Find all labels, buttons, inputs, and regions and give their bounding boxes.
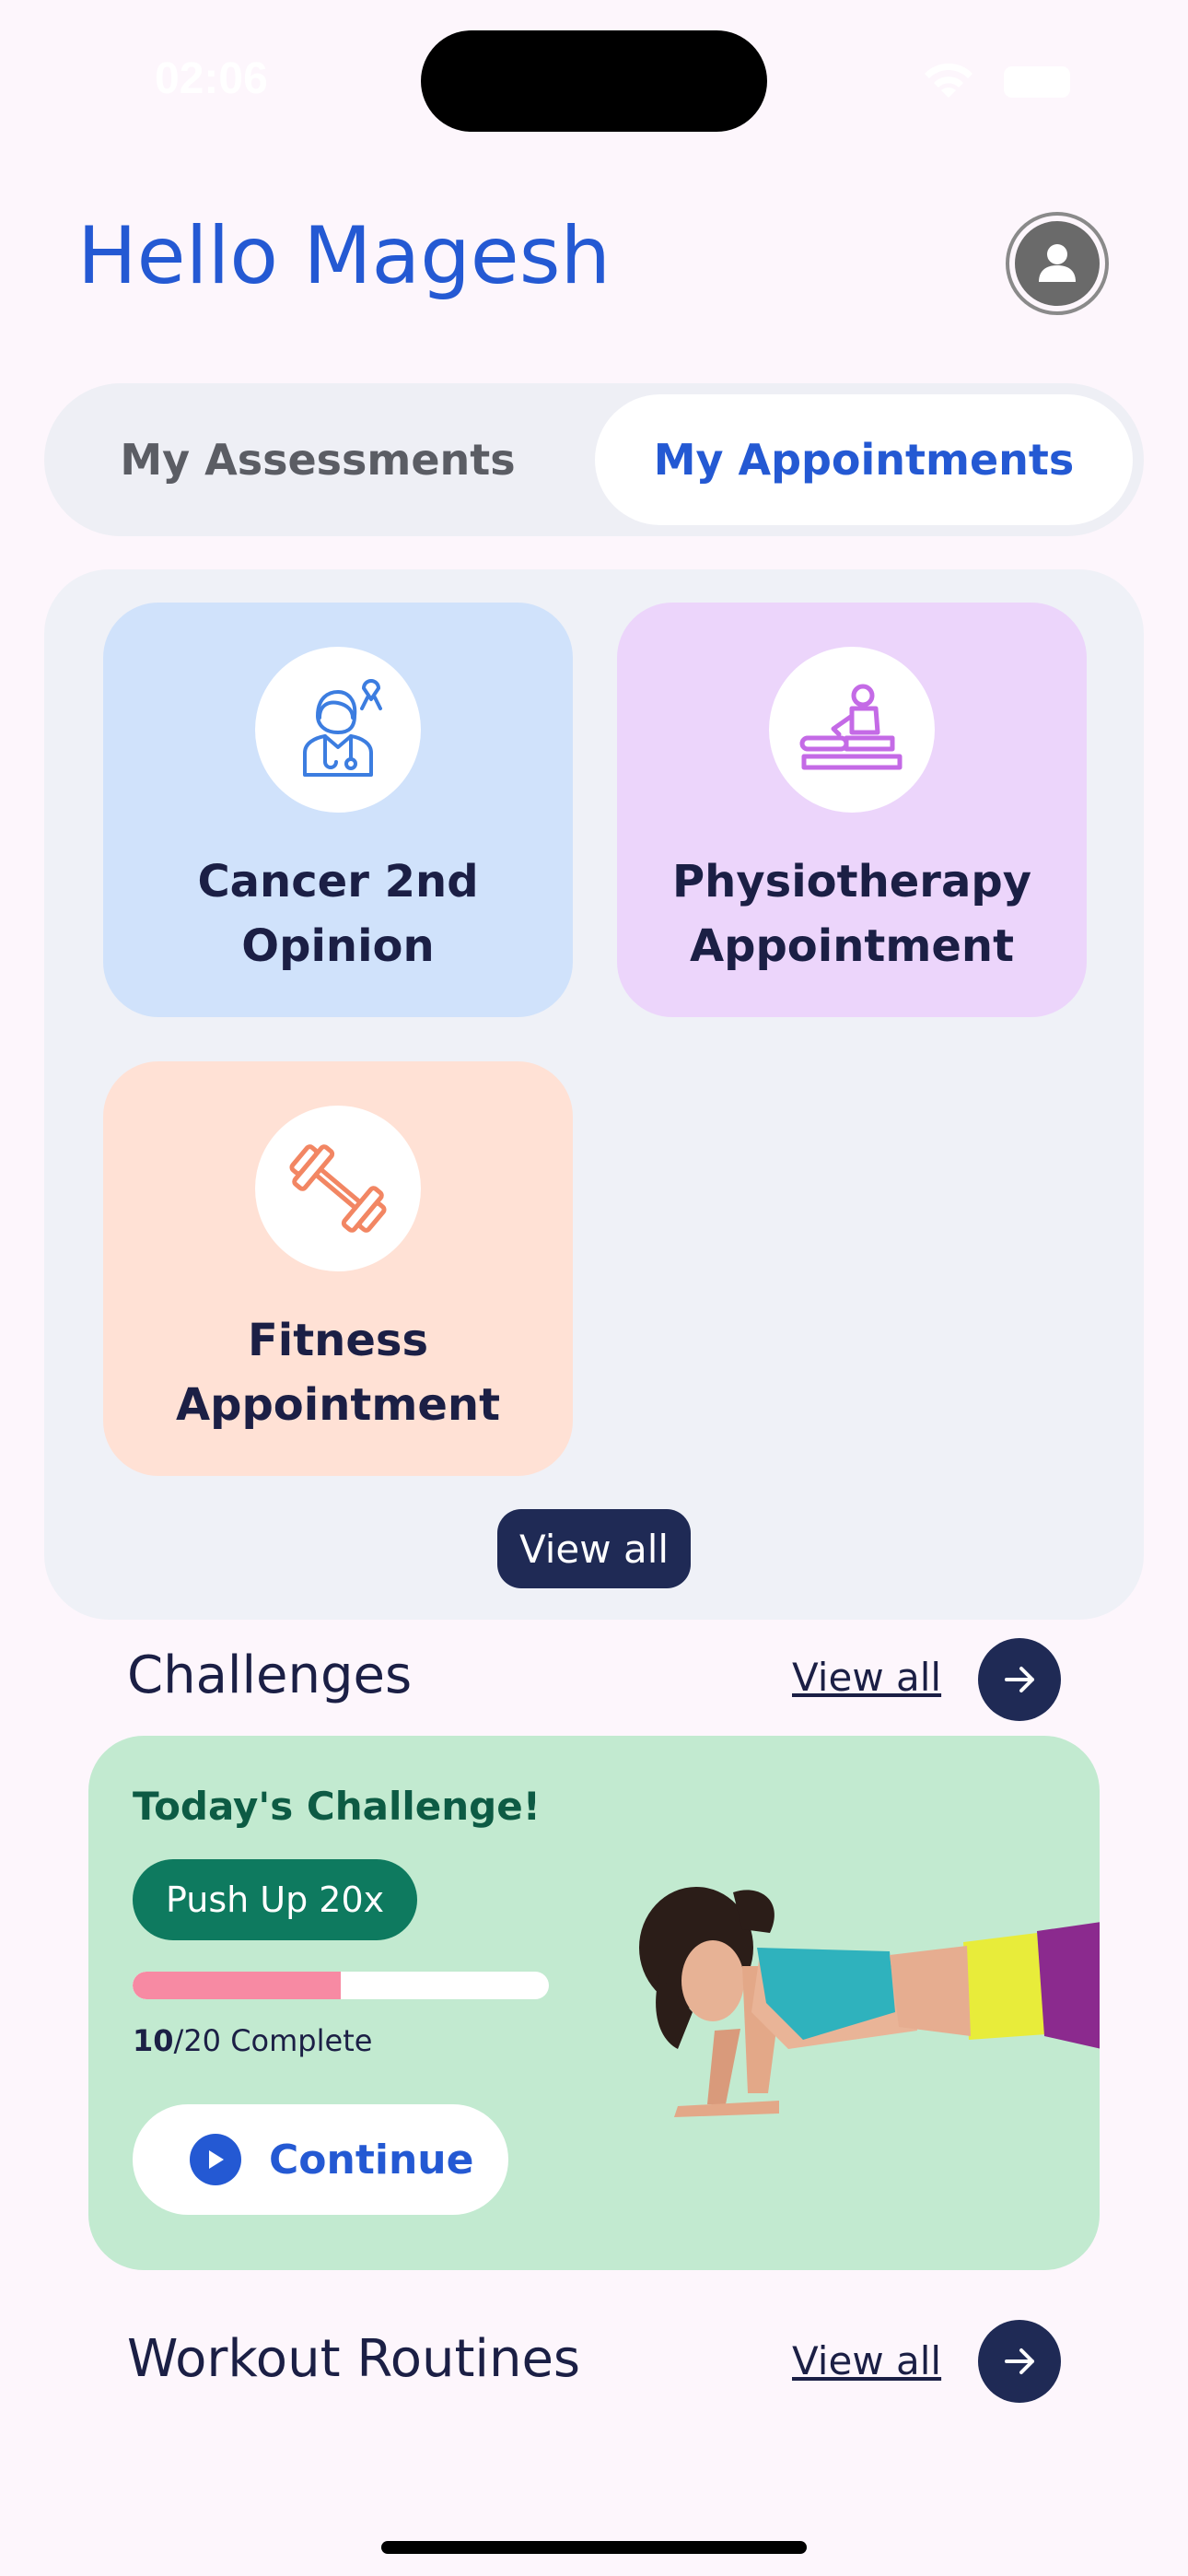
profile-avatar-button[interactable] [1006,212,1109,315]
card-title-line: Fitness [247,1315,429,1366]
card-cancer-2nd-opinion[interactable]: Cancer 2nd Opinion [103,603,573,1017]
wifi-icon [925,63,973,98]
continue-label: Continue [269,2136,474,2184]
challenges-title: Challenges [127,1645,413,1705]
card-fitness-appointment[interactable]: Fitness Appointment [103,1061,573,1476]
todays-challenge-card[interactable]: Today's Challenge! Push Up 20x 10/20 Com… [88,1736,1100,2270]
dumbbell-icon [255,1106,421,1271]
arrow-right-icon [1005,2348,1034,2374]
challenge-progress-bar [133,1972,549,1999]
challenge-count-done: 10 [133,2023,174,2058]
appointments-view-all-button[interactable]: View all [497,1509,691,1588]
card-title: Physiotherapy Appointment [649,849,1054,978]
arrow-right-icon [1005,1667,1034,1692]
home-indicator[interactable] [381,2541,807,2554]
tab-my-appointments[interactable]: My Appointments [595,394,1133,525]
challenge-progress-fill [133,1972,341,1999]
card-title: Fitness Appointment [135,1308,541,1437]
workout-routines-title: Workout Routines [127,2329,581,2389]
status-time: 02:06 [155,54,268,103]
massage-icon [769,647,935,813]
card-title: Cancer 2nd Opinion [135,849,541,978]
challenges-arrow-button[interactable] [978,1638,1061,1721]
card-physiotherapy-appointment[interactable]: Physiotherapy Appointment [617,603,1087,1017]
pushup-woman-image [639,1887,1100,2117]
challenges-view-all-link[interactable]: View all [792,1655,941,1700]
play-icon [190,2134,241,2185]
user-icon [1015,221,1100,306]
workouts-view-all-link[interactable]: View all [792,2338,941,2383]
card-title-line: Appointment [175,1379,501,1431]
workouts-arrow-button[interactable] [978,2320,1061,2403]
challenge-count-total: /20 Complete [173,2023,373,2058]
segmented-tabs: My Assessments My Appointments [44,383,1144,536]
tab-my-assessments[interactable]: My Assessments [55,394,580,525]
greeting-title: Hello Magesh [77,210,611,302]
continue-button[interactable]: Continue [133,2104,508,2215]
dynamic-island [421,30,767,132]
challenge-badge: Push Up 20x [133,1859,418,1940]
card-title-line: Physiotherapy [671,856,1032,907]
card-title-line: Appointment [689,920,1015,972]
battery-icon [1004,66,1070,98]
doctor-ribbon-icon [255,647,421,813]
card-title-line: Cancer 2nd [197,856,479,907]
challenge-heading: Today's Challenge! [133,1784,541,1829]
challenge-count: 10/20 Complete [133,2023,372,2058]
card-title-line: Opinion [241,920,435,972]
